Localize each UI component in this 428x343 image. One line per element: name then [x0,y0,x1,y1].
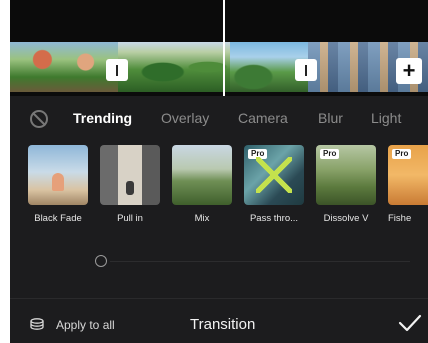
add-clip-button[interactable]: + [396,58,422,84]
apply-to-all-button[interactable]: Apply to all [56,318,115,332]
video-editor: + Trending Overlay Camera Blur Light Bla… [10,0,428,343]
timeline-clip[interactable] [118,42,230,92]
plus-icon: + [402,58,416,83]
split-icon [116,64,118,76]
duration-slider-track[interactable] [110,261,410,262]
transition-list: Black Fade Pull in Mix Pro Pass thro... … [10,140,428,240]
transition-split-button[interactable] [106,59,128,81]
transition-thumbnail-pass-thro[interactable]: Pro [244,145,304,205]
stack-icon[interactable] [30,318,44,330]
split-icon [305,64,307,76]
tab-camera[interactable]: Camera [238,110,288,126]
pro-badge: Pro [248,149,268,159]
transition-label: Fishe [388,213,412,224]
pro-badge: Pro [392,149,412,159]
tab-trending[interactable]: Trending [73,110,132,126]
transition-thumbnail-black-fade[interactable] [28,145,88,205]
duration-slider-handle[interactable] [95,255,107,267]
checkmark-icon[interactable] [398,313,422,333]
transition-split-button[interactable] [295,59,317,81]
playhead[interactable] [223,0,225,96]
none-icon[interactable] [30,110,48,128]
transition-label: Mix [194,213,210,224]
timeline-clip[interactable] [10,42,118,92]
transition-thumbnail-fisheye[interactable]: Pro [388,145,428,205]
transition-label: Dissolve V [323,213,369,224]
tab-light[interactable]: Light [371,110,401,126]
tab-blur[interactable]: Blur [318,110,343,126]
transition-thumbnail-mix[interactable] [172,145,232,205]
transition-label: Pull in [117,213,143,224]
transition-label: Black Fade [34,213,82,224]
transition-thumbnail-dissolve-v[interactable]: Pro [316,145,376,205]
tab-overlay[interactable]: Overlay [161,110,209,126]
transition-label: Pass thro... [249,213,299,224]
panel-title: Transition [190,316,256,333]
timeline[interactable]: + [10,0,428,96]
bottom-bar: Apply to all Transition [10,298,428,343]
pro-badge: Pro [320,149,340,159]
transition-thumbnail-pull-in[interactable] [100,145,160,205]
